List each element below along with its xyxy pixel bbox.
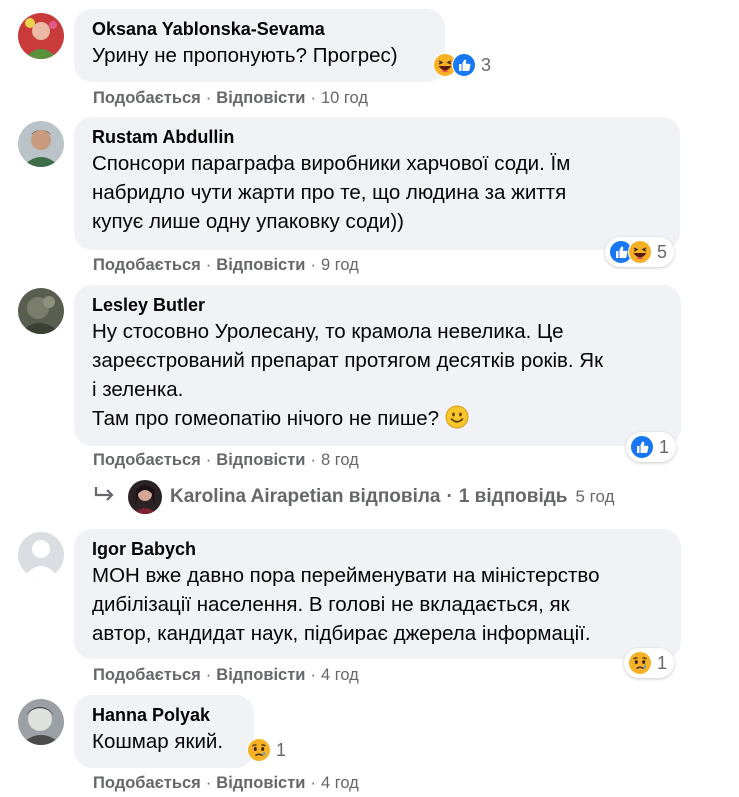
separator: · [310, 666, 316, 684]
reaction-count: 5 [657, 241, 668, 262]
comment-author[interactable]: Rustam Abdullin [92, 126, 664, 148]
reply-link[interactable]: Відповісти [216, 89, 305, 107]
reaction-summary[interactable]: 1 [624, 648, 675, 678]
comment-text: Кошмар який. [92, 730, 224, 753]
comment-time[interactable]: 10 год [321, 89, 368, 107]
comment-time[interactable]: 4 год [321, 666, 359, 684]
like-link[interactable]: Подобається [93, 451, 201, 469]
like-link[interactable]: Подобається [93, 89, 201, 107]
separator: · [205, 451, 212, 469]
comment-author[interactable]: Oksana Yablonska-Sevama [92, 18, 429, 40]
reply-count[interactable]: 1 відповідь [459, 486, 568, 508]
comment-bubble: Igor Babych МОН вже давно пора переймену… [74, 529, 681, 659]
sad-icon [628, 651, 652, 675]
reply-link[interactable]: Відповісти [216, 666, 305, 684]
reply-author[interactable]: Karolina Airapetian [170, 486, 344, 508]
comment-text: Ну стосовно Уролесану, то крамола невели… [92, 320, 604, 430]
comment-time[interactable]: 9 год [321, 256, 359, 274]
comment-actions: Подобається · Відповісти · 10 год [93, 88, 368, 108]
reaction-summary[interactable]: 1 [247, 735, 286, 765]
comment-text: МОН вже давно пора перейменувати на міні… [92, 564, 600, 645]
comment-actions: Подобається · Відповісти · 4 год [93, 773, 359, 793]
comment-bubble: Lesley Butler Ну стосовно Уролесану, то … [74, 285, 681, 446]
like-link[interactable]: Подобається [93, 774, 201, 792]
comment-text: Спонсори параграфа виробники харчової со… [92, 152, 571, 233]
reaction-count: 1 [657, 652, 668, 673]
view-replies-row[interactable]: Karolina Airapetian відповіла · 1 відповід… [94, 480, 615, 514]
avatar[interactable] [18, 288, 64, 334]
reaction-count: 1 [276, 739, 287, 760]
comment-bubble: Rustam Abdullin Спонсори параграфа вироб… [74, 117, 680, 250]
separator: · [310, 256, 316, 274]
comment-text: Урину не пропонують? Прогрес) [92, 44, 398, 67]
comment-actions: Подобається · Відповісти · 4 год [93, 665, 359, 685]
separator: · [310, 774, 316, 792]
reaction-count: 3 [481, 54, 492, 75]
like-link[interactable]: Подобається [93, 666, 201, 684]
reaction-summary[interactable]: 3 [433, 50, 491, 80]
separator: · [205, 256, 212, 274]
reaction-count: 1 [659, 436, 670, 457]
separator: · [446, 486, 453, 507]
like-link[interactable]: Подобається [93, 256, 201, 274]
reply-link[interactable]: Відповісти [216, 451, 305, 469]
comment-bubble: Hanna Polyak Кошмар який. [74, 695, 254, 768]
haha-icon [628, 240, 652, 264]
comment-actions: Подобається · Відповісти · 9 год [93, 255, 359, 275]
separator: · [310, 89, 316, 107]
reply-avatar [128, 480, 162, 514]
reply-link[interactable]: Відповісти [216, 256, 305, 274]
avatar[interactable] [18, 699, 64, 745]
separator: · [205, 89, 212, 107]
separator: · [310, 451, 316, 469]
avatar[interactable] [18, 13, 64, 59]
reply-link[interactable]: Відповісти [216, 774, 305, 792]
avatar[interactable] [18, 121, 64, 167]
separator: · [205, 774, 212, 792]
comment-author[interactable]: Hanna Polyak [92, 704, 238, 726]
reply-arrow-icon [94, 485, 116, 509]
reply-verb: відповіла [348, 486, 441, 507]
comment-time[interactable]: 8 год [321, 451, 359, 469]
comment-author[interactable]: Lesley Butler [92, 294, 665, 316]
like-icon [630, 435, 654, 459]
reply-time: 5 год [575, 487, 615, 506]
reaction-summary[interactable]: 5 [605, 237, 675, 267]
sad-icon [247, 738, 271, 762]
smile-emoji-icon [445, 405, 469, 429]
avatar[interactable] [18, 532, 64, 578]
reaction-summary[interactable]: 1 [626, 432, 677, 462]
separator: · [205, 666, 212, 684]
comment-actions: Подобається · Відповісти · 8 год [93, 450, 359, 470]
comment-time[interactable]: 4 год [321, 774, 359, 792]
like-icon [452, 53, 476, 77]
comment-bubble: Oksana Yablonska-Sevama Урину не пропону… [74, 9, 445, 82]
comment-author[interactable]: Igor Babych [92, 538, 665, 560]
